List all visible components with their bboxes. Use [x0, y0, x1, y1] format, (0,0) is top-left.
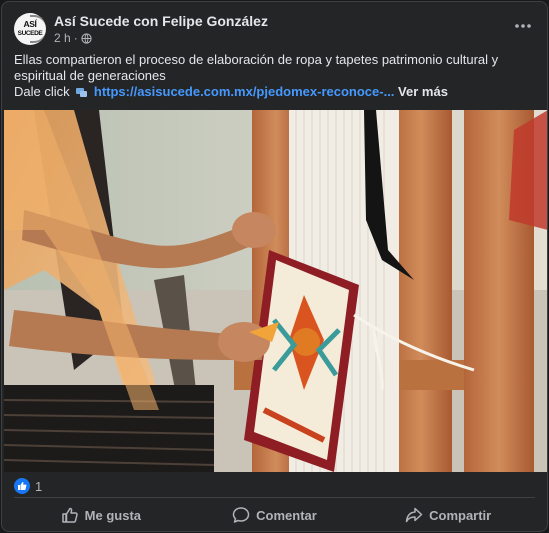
more-options-icon[interactable] — [511, 14, 535, 38]
link-prefix: Dale click — [14, 84, 70, 99]
globe-icon — [81, 32, 92, 44]
author-name[interactable]: Así Sucede con Felipe González — [54, 13, 268, 29]
reactions-summary[interactable]: 1 — [14, 478, 42, 494]
comment-button[interactable]: Comentar — [188, 499, 362, 531]
post-link-row: Dale click https://asisucede.com.mx/pjed… — [14, 84, 448, 100]
post-actions: Me gusta Comentar Compartir — [14, 499, 535, 531]
share-arrow-icon — [405, 507, 423, 523]
loom-weaving-illustration — [4, 110, 547, 472]
avatar[interactable]: ASÍ SUCEDE — [14, 13, 46, 45]
thumbs-up-icon — [14, 478, 30, 494]
share-button[interactable]: Compartir — [361, 499, 535, 531]
see-more-link[interactable]: Ver más — [398, 84, 448, 99]
post-header: ASÍ SUCEDE Así Sucede con Felipe Gonzále… — [2, 2, 547, 48]
post-link[interactable]: https://asisucede.com.mx/pjedomex-recono… — [94, 84, 384, 99]
post-text: Ellas compartieron el proceso de elabora… — [14, 52, 499, 83]
actions-divider — [14, 497, 535, 498]
post-meta: 2 h · — [54, 31, 92, 45]
post-card: ASÍ SUCEDE Así Sucede con Felipe Gonzále… — [1, 1, 548, 532]
like-button[interactable]: Me gusta — [14, 499, 188, 531]
reaction-count: 1 — [35, 478, 43, 494]
like-label: Me gusta — [84, 507, 141, 523]
comment-label: Comentar — [256, 507, 317, 523]
avatar-ring — [30, 15, 46, 43]
link-emoji-icon — [76, 88, 88, 97]
link-ellipsis: ... — [383, 84, 395, 99]
thumbs-up-icon — [61, 507, 78, 523]
comment-bubble-icon — [232, 507, 250, 523]
share-label: Compartir — [429, 507, 492, 523]
post-photo[interactable] — [4, 110, 547, 472]
post-time[interactable]: 2 h — [54, 31, 71, 45]
meta-separator: · — [73, 31, 78, 45]
